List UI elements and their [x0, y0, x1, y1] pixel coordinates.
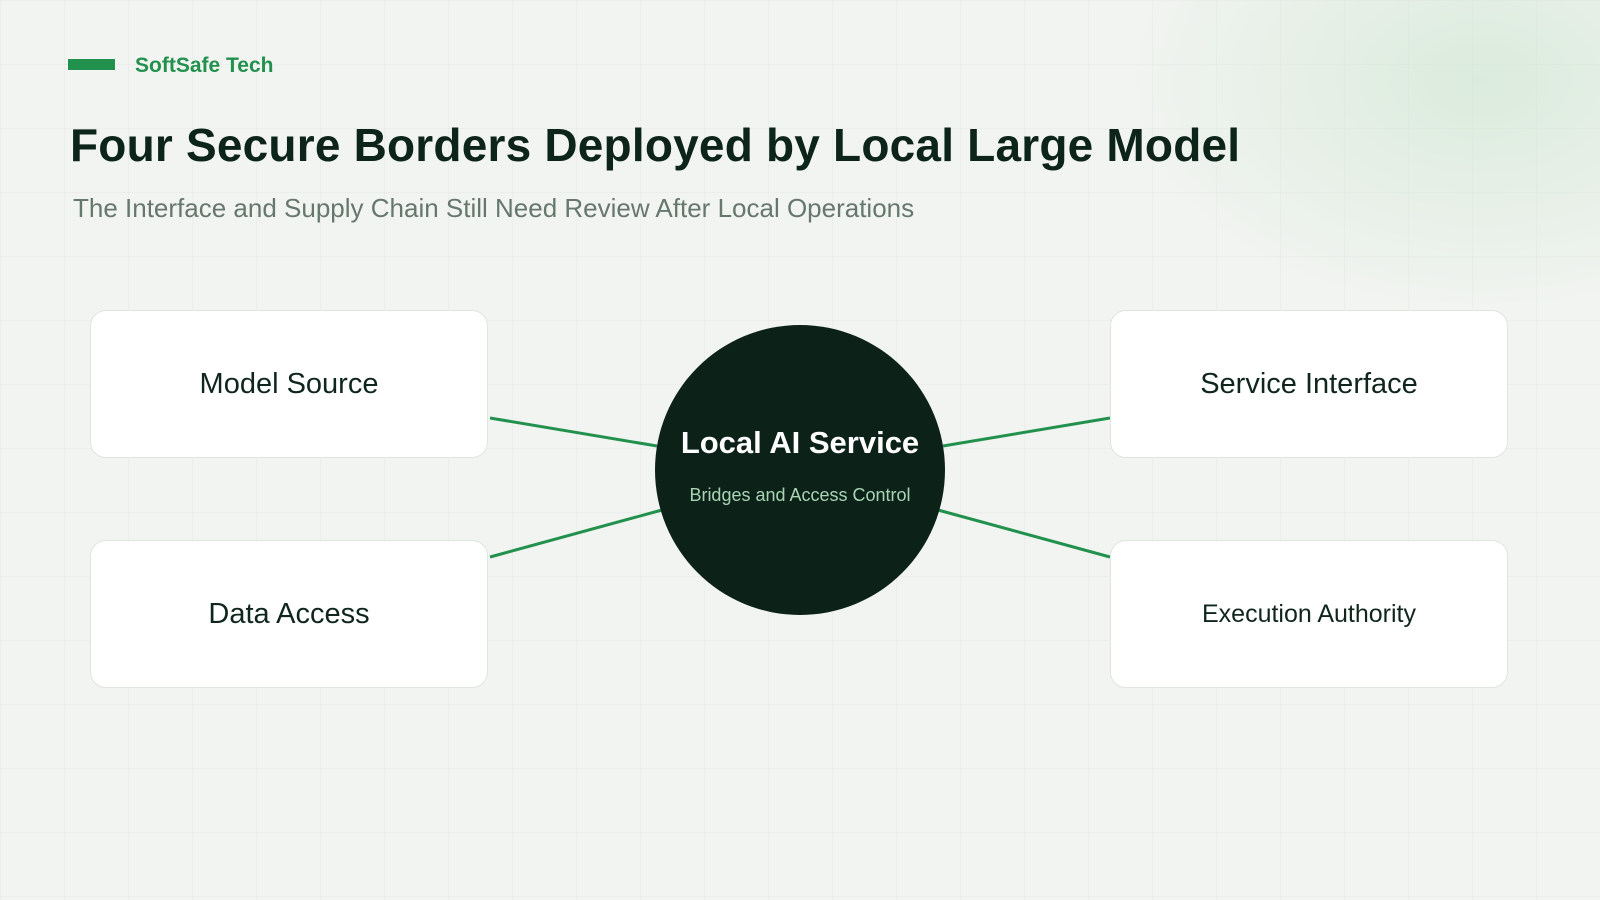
node-model-source: Model Source — [90, 310, 488, 458]
node-label: Execution Authority — [1201, 599, 1416, 628]
center-hub: Local AI Service Bridges and Access Cont… — [655, 325, 945, 615]
node-execution-authority: Execution Authority — [1110, 540, 1508, 688]
node-label: Model Source — [199, 367, 379, 400]
hub-subtitle: Bridges and Access Control — [689, 484, 911, 505]
connector-execution-authority — [937, 508, 1111, 559]
node-label: Service Interface — [1200, 367, 1418, 400]
connector-data-access — [489, 508, 663, 559]
node-service-interface: Service Interface — [1110, 310, 1508, 458]
connector-service-interface — [942, 416, 1111, 448]
connector-model-source — [489, 416, 658, 448]
node-data-access: Data Access — [90, 540, 488, 688]
hub-title: Local AI Service — [680, 424, 920, 460]
node-label: Data Access — [208, 597, 370, 630]
